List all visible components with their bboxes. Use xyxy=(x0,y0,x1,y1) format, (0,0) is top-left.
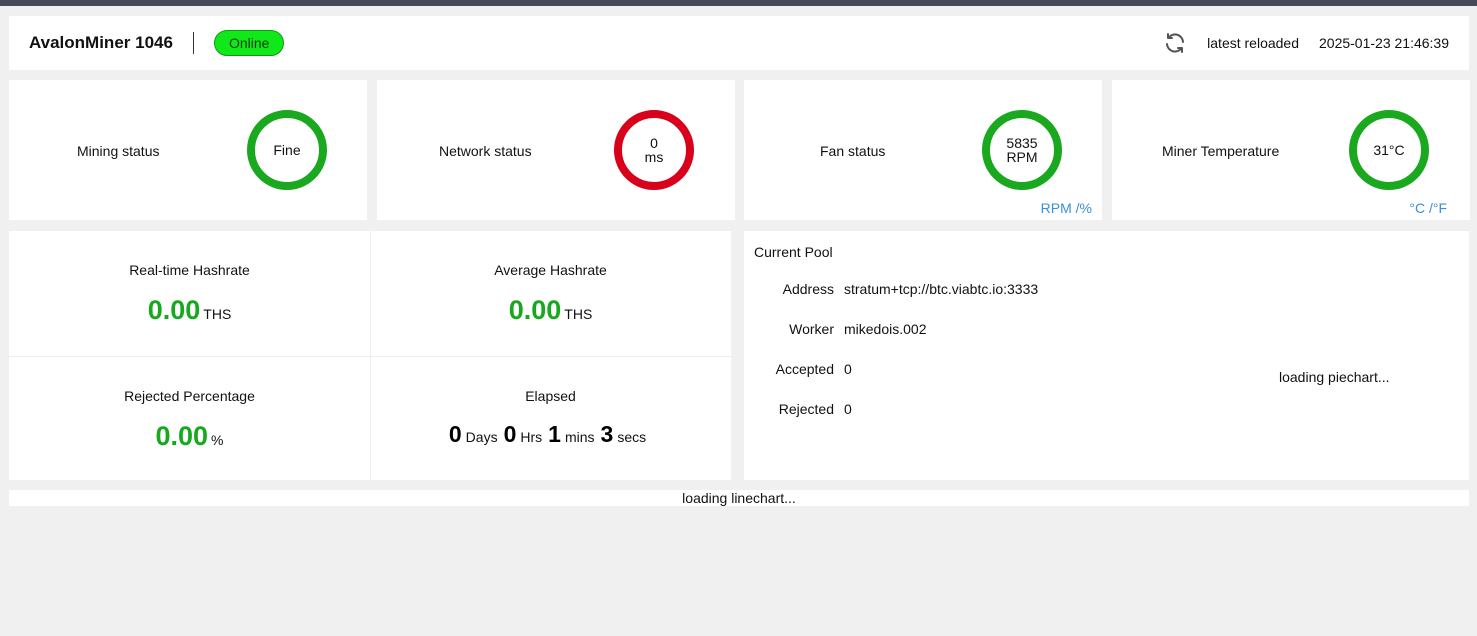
rejected-percentage-stat: Rejected Percentage 0.00% xyxy=(9,357,370,481)
average-hashrate-stat: Average Hashrate 0.00 THS xyxy=(370,231,731,355)
stat-title: Real-time Hashrate xyxy=(129,262,250,278)
elapsed-secs-unit: secs xyxy=(617,429,647,445)
elapsed-mins: 1 xyxy=(548,421,561,447)
stat-title: Rejected Percentage xyxy=(124,388,255,404)
header-bar: AvalonMiner 1046 Online latest reloaded … xyxy=(9,16,1469,70)
fan-unit-toggle[interactable]: RPM /% xyxy=(1041,200,1092,216)
stat-value: 0.00 xyxy=(508,295,562,325)
elapsed-secs: 3 xyxy=(600,421,614,447)
pool-address-label: Address xyxy=(782,281,834,297)
stat-value-row: 0.00 THS xyxy=(370,295,731,326)
stat-value-row: 0.00% xyxy=(9,421,370,452)
realtime-hashrate-stat: Real-time Hashrate 0.00 THS xyxy=(9,231,370,355)
top-bar xyxy=(0,0,1477,6)
stat-title: Average Hashrate xyxy=(494,262,607,278)
elapsed-hrs-unit: Hrs xyxy=(520,429,543,445)
stat-value-row: 0.00 THS xyxy=(9,295,370,326)
status-badge: Online xyxy=(213,30,285,56)
mining-status-card: Mining status Fine xyxy=(9,80,367,220)
piechart-loading-text: loading piechart... xyxy=(1279,369,1390,385)
stat-value: 0.00 xyxy=(155,421,209,451)
elapsed-value-row: 0 Days 0 Hrs 1 mins 3 secs xyxy=(370,421,731,448)
pool-accepted-label: Accepted xyxy=(775,361,834,377)
pool-rejected-label: Rejected xyxy=(778,401,834,417)
gauge-value: Fine xyxy=(273,142,301,158)
temperature-unit-toggle[interactable]: °C /°F xyxy=(1409,200,1447,216)
pool-address-value: stratum+tcp://btc.viabtc.io:3333 xyxy=(844,281,1039,297)
pool-rejected-value: 0 xyxy=(844,401,852,417)
card-label: Mining status xyxy=(77,143,160,159)
stat-title: Elapsed xyxy=(525,388,576,404)
card-label: Network status xyxy=(439,143,532,159)
stat-unit: THS xyxy=(203,306,232,322)
pool-worker-value: mikedois.002 xyxy=(844,321,927,337)
gauge-unit: RPM xyxy=(1006,149,1038,165)
stat-unit: THS xyxy=(564,306,593,322)
mining-status-gauge: Fine xyxy=(247,110,327,190)
temperature-gauge: 31°C xyxy=(1349,110,1429,190)
miner-title: AvalonMiner 1046 xyxy=(29,33,173,52)
fan-status-gauge: 5835 RPM xyxy=(982,110,1062,190)
header-divider xyxy=(192,32,194,54)
elapsed-days-unit: Days xyxy=(465,429,498,445)
pool-worker-label: Worker xyxy=(789,321,834,337)
card-label: Fan status xyxy=(820,143,886,159)
reload-time: 2025-01-23 21:46:39 xyxy=(1319,35,1449,51)
gauge-value: 0 xyxy=(650,135,658,151)
fan-status-card: Fan status 5835 RPM RPM /% xyxy=(744,80,1102,220)
network-status-card: Network status 0 ms xyxy=(377,80,735,220)
elapsed-hrs: 0 xyxy=(503,421,517,447)
stat-value: 0.00 xyxy=(147,295,201,325)
stat-unit: % xyxy=(211,432,224,448)
pool-accepted-value: 0 xyxy=(844,361,852,377)
pool-title: Current Pool xyxy=(754,244,833,260)
hashrate-stats-panel: Real-time Hashrate 0.00 THS Average Hashr… xyxy=(9,231,731,480)
gauge-unit: ms xyxy=(644,149,664,165)
elapsed-stat: Elapsed 0 Days 0 Hrs 1 mins 3 secs xyxy=(370,357,731,481)
reload-label: latest reloaded xyxy=(1207,35,1299,51)
elapsed-days: 0 xyxy=(448,421,462,447)
gauge-value: 5835 xyxy=(1006,135,1038,151)
header-right: latest reloaded 2025-01-23 21:46:39 xyxy=(1163,31,1449,55)
refresh-icon[interactable] xyxy=(1163,31,1187,55)
card-label: Miner Temperature xyxy=(1162,143,1280,159)
gauge-value: 31°C xyxy=(1373,142,1405,158)
elapsed-mins-unit: mins xyxy=(564,429,595,445)
current-pool-panel: Current Pool Address stratum+tcp://btc.v… xyxy=(744,231,1469,480)
temperature-card: Miner Temperature 31°C °C /°F xyxy=(1112,80,1470,220)
network-status-gauge: 0 ms xyxy=(614,110,694,190)
linechart-loading: loading linechart... xyxy=(9,490,1469,506)
